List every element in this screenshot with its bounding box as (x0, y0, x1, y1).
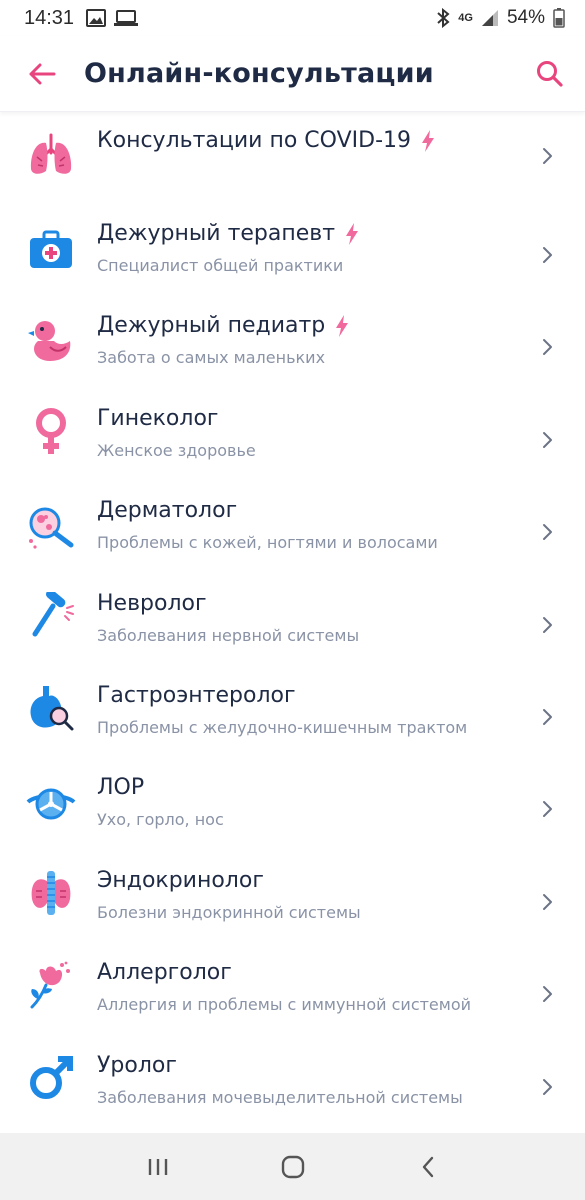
lightning-icon (336, 314, 349, 337)
list-item-title: Невролог (97, 590, 207, 616)
status-bar: 14:31 4G 54% (0, 0, 585, 36)
list-item-pediatrician[interactable]: Дежурный педиатр Забота о самых маленьки… (0, 299, 585, 391)
list-item-covid[interactable]: Консультации по COVID-19 (0, 112, 585, 207)
chevron-right-icon (543, 148, 552, 164)
stomach-icon (26, 683, 76, 733)
battery-icon (553, 8, 565, 28)
magnifier-icon (26, 502, 76, 552)
list-item-subtitle: Специалист общей практики (97, 256, 344, 275)
system-nav-bar (0, 1133, 585, 1200)
list-item-gynecologist[interactable]: Гинеколог Женское здоровье (0, 392, 585, 484)
app-bar: Онлайн-консультации (0, 36, 585, 112)
list-item-therapist[interactable]: Дежурный терапевт Специалист общей практ… (0, 207, 585, 299)
back-button[interactable] (0, 36, 84, 112)
first-aid-kit-icon (26, 225, 76, 275)
thyroid-icon (26, 868, 76, 918)
chevron-right-icon (543, 616, 552, 633)
flower-icon (26, 960, 76, 1010)
list-item-title: Дежурный терапевт (97, 221, 525, 246)
battery-percent: 54% (506, 7, 545, 28)
list-item-ent[interactable]: ЛОР Ухо, горло, нос (0, 761, 585, 853)
male-symbol-icon (26, 1053, 76, 1103)
status-time: 14:31 (24, 6, 75, 29)
lightning-icon (346, 222, 359, 245)
search-icon (537, 60, 563, 87)
list-item-title: Уролог (97, 1052, 177, 1078)
reflex-hammer-icon (26, 591, 76, 641)
list-item-subtitle: Женское здоровье (97, 440, 256, 460)
signal-icon (481, 10, 498, 26)
list-item-subtitle: Забота о самых маленьких (97, 348, 326, 368)
list-item-title: ЛОР (97, 775, 145, 801)
chevron-right-icon (543, 986, 552, 1003)
bluetooth-icon (437, 8, 450, 28)
home-button[interactable] (263, 1137, 323, 1197)
back-nav-button[interactable] (398, 1137, 458, 1197)
search-button[interactable] (515, 36, 585, 112)
recents-button[interactable] (128, 1137, 188, 1197)
list-item-subtitle: Ухо, горло, нос (97, 810, 224, 830)
chevron-right-icon (543, 431, 552, 448)
arrow-left-icon (29, 63, 56, 84)
chevron-right-icon (543, 1078, 552, 1095)
list-item-allergist[interactable]: Аллерголог Аллергия и проблемы с иммунно… (0, 946, 585, 1038)
chevron-right-icon (543, 339, 552, 356)
list-item-gastroenterologist[interactable]: Гастроэнтеролог Проблемы с желудочно-киш… (0, 669, 585, 761)
recents-icon (148, 1158, 167, 1175)
rubber-duck-icon (26, 315, 76, 365)
chevron-right-icon (543, 708, 552, 725)
list-item-endocrinologist[interactable]: Эндокринолог Болезни эндокринной системы (0, 854, 585, 946)
list-item-title: Аллерголог (97, 960, 232, 986)
list-item-title: Эндокринолог (97, 867, 264, 893)
gallery-icon (86, 9, 107, 27)
list-item-title: Гастроэнтеролог (97, 682, 296, 708)
list-item-title: Дежурный педиатр (97, 313, 525, 338)
list-item-neurologist[interactable]: Невролог Заболевания нервной системы (0, 577, 585, 669)
chevron-right-icon (543, 893, 552, 910)
list-item-title: Гинеколог (97, 405, 219, 431)
laptop-icon (114, 10, 139, 26)
list-item-urologist[interactable]: Уролог Заболевания мочевыделительной сис… (0, 1039, 585, 1131)
chevron-right-icon (543, 801, 552, 818)
chevron-right-icon (543, 524, 552, 541)
chevron-right-icon (543, 247, 552, 263)
network-type: 4G (458, 11, 473, 24)
list-item-subtitle: Заболевания мочевыделительной системы (97, 1087, 463, 1107)
list-item-subtitle: Аллергия и проблемы с иммунной системой (97, 995, 472, 1015)
list-item-subtitle: Болезни эндокринной системы (97, 902, 361, 922)
home-icon (281, 1155, 304, 1178)
list-item-title: Дерматолог (97, 498, 238, 524)
lungs-icon (26, 130, 76, 180)
list-item-subtitle: Заболевания нервной системы (97, 625, 360, 645)
list-item-subtitle: Проблемы с кожей, ногтями и волосами (97, 533, 438, 553)
list-item-dermatologist[interactable]: Дерматолог Проблемы с кожей, ногтями и в… (0, 484, 585, 576)
female-symbol-icon (26, 406, 76, 456)
back-chevron-icon (422, 1156, 433, 1177)
head-mirror-icon (26, 777, 76, 827)
page-title: Онлайн-консультации (84, 58, 434, 89)
consultation-list: Консультации по COVID-19 Дежурный терапе… (0, 112, 585, 1131)
list-item-title: Консультации по COVID-19 (97, 128, 525, 153)
lightning-icon (422, 129, 435, 152)
list-item-subtitle: Проблемы с желудочно-кишечным трактом (97, 717, 468, 737)
